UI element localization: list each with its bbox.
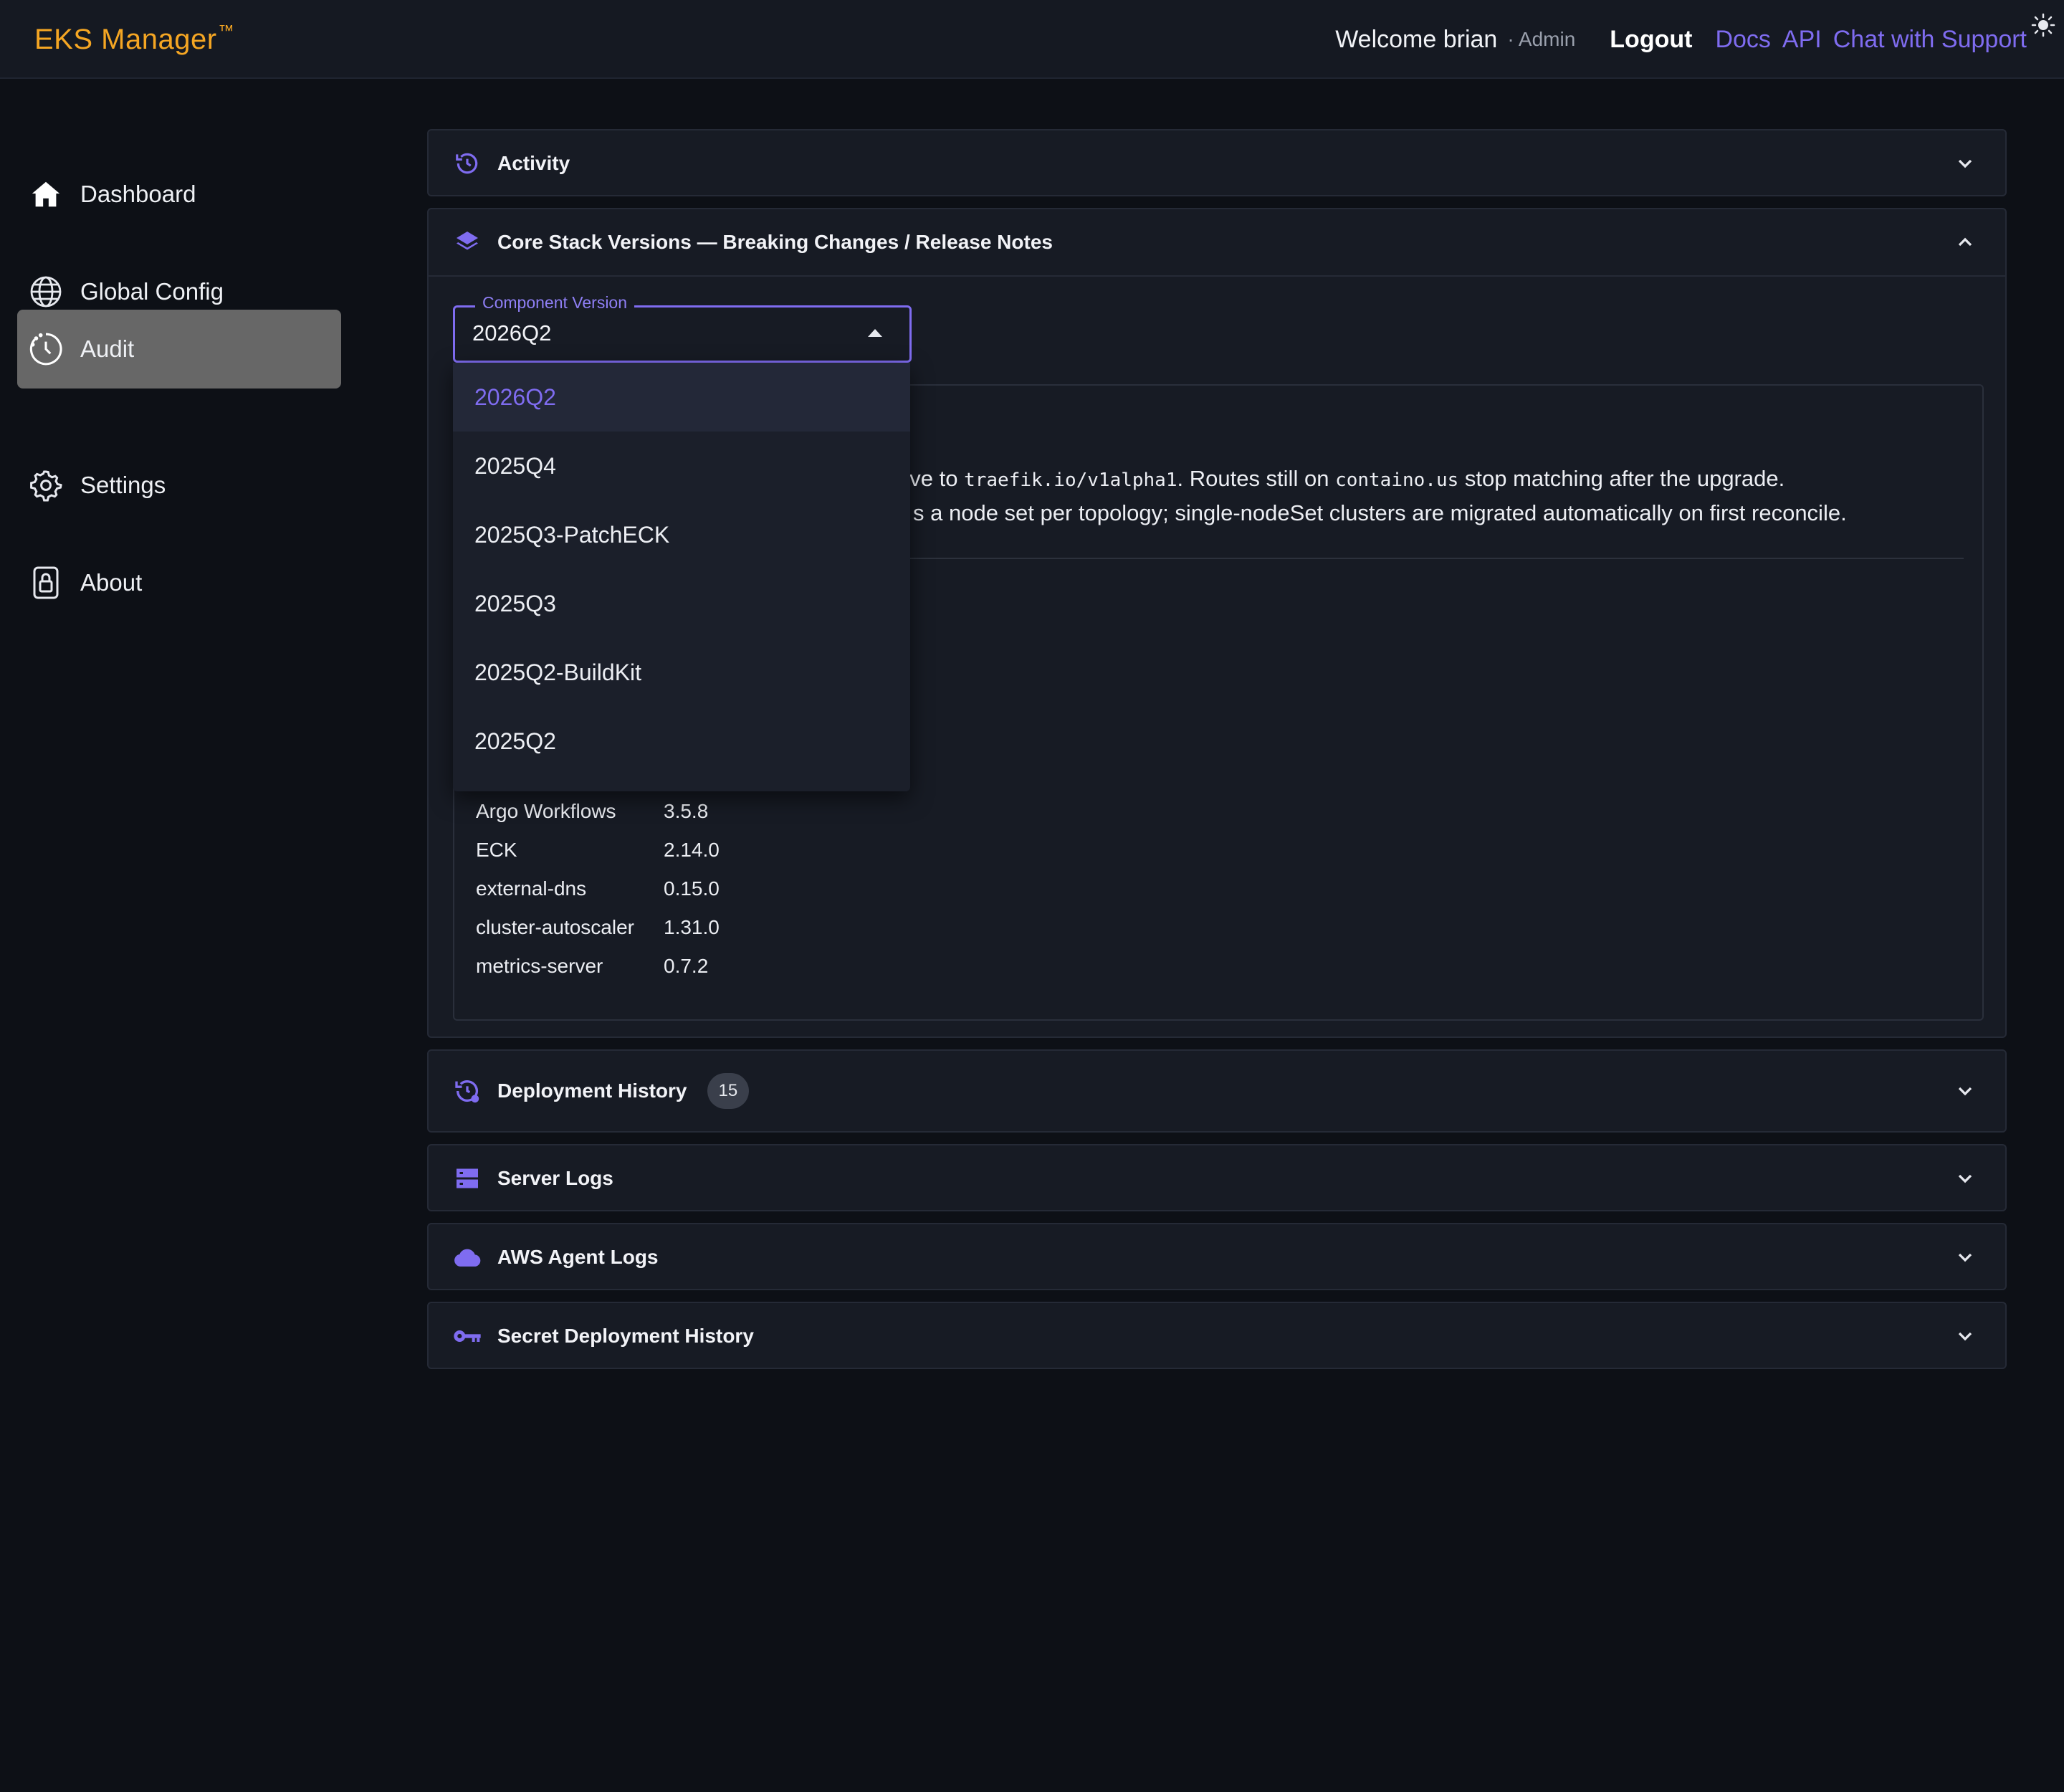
component-version: 0.7.2 — [664, 955, 709, 977]
server-logs-panel-header[interactable]: Server Logs — [429, 1145, 2005, 1211]
note-code: traefik.io/v1alpha1 — [964, 470, 1177, 491]
clock-icon — [27, 330, 64, 368]
theme-toggle-button[interactable] — [2021, 0, 2064, 79]
lock-icon — [27, 564, 64, 601]
version-option-2025q2[interactable]: 2025Q2 — [453, 707, 910, 776]
note-text: stop matching after the upgrade. — [1464, 466, 1785, 491]
gear-icon — [27, 467, 64, 504]
core-stack-panel-header[interactable]: Core Stack Versions — Breaking Changes /… — [429, 209, 2005, 275]
logout-button[interactable]: Logout — [1610, 26, 1692, 54]
globe-icon — [27, 273, 64, 310]
release-note-line: ove to traefik.io/v1alpha1. Routes still… — [897, 466, 1784, 492]
component-name: cluster-autoscaler — [476, 916, 634, 938]
caret-up-icon — [868, 329, 882, 337]
sidebar-item-label: Settings — [80, 472, 166, 498]
activity-panel-header[interactable]: Activity — [429, 130, 2005, 196]
server-logs-panel: Server Logs — [427, 1144, 2007, 1211]
history-icon — [453, 149, 482, 178]
secret-deployment-history-panel: Secret Deployment History — [427, 1302, 2007, 1369]
sidebar-item-label: Global Config — [80, 278, 224, 305]
component-name: ECK — [476, 839, 517, 861]
panel-title: Server Logs — [497, 1167, 613, 1189]
brand-name: EKS Manager — [34, 24, 217, 55]
component-version: 3.5.8 — [664, 800, 709, 822]
cloud-icon — [453, 1243, 482, 1272]
activity-panel: Activity — [427, 129, 2007, 196]
chevron-down-icon — [1958, 159, 1972, 168]
component-version-select[interactable]: Component Version 2026Q2 — [453, 293, 912, 363]
sidebar-item-about[interactable]: About — [17, 543, 341, 622]
sidebar-item-settings[interactable]: Settings — [17, 446, 341, 525]
sun-icon — [2031, 13, 2055, 37]
api-link[interactable]: API — [1782, 26, 1822, 54]
key-icon — [453, 1322, 482, 1350]
chat-support-link[interactable]: Chat with Support — [1833, 26, 2027, 54]
layers-icon — [453, 228, 482, 257]
component-name: external-dns — [476, 877, 587, 900]
brand-logo[interactable]: EKS Manager™ — [34, 22, 234, 56]
home-icon — [27, 176, 64, 213]
sidebar-item-audit[interactable]: Audit — [17, 310, 341, 389]
component-version: 0.15.0 — [664, 877, 720, 900]
sidebar-item-label: Dashboard — [80, 181, 196, 207]
top-header: EKS Manager™ Welcome brian · Admin Logou… — [0, 0, 2064, 79]
version-option-2025q4[interactable]: 2025Q4 — [453, 432, 910, 500]
panel-title: Secret Deployment History — [497, 1325, 754, 1347]
component-version: 1.31.0 — [664, 916, 720, 938]
panel-title: AWS Agent Logs — [497, 1246, 659, 1268]
aws-agent-logs-panel: AWS Agent Logs — [427, 1223, 2007, 1290]
version-option-2025q3-patcheck[interactable]: 2025Q3-PatchECK — [453, 500, 910, 569]
version-option-2025q2-buildkit[interactable]: 2025Q2-BuildKit — [453, 638, 910, 707]
docs-link[interactable]: Docs — [1715, 26, 1770, 54]
version-option-2026q2[interactable]: 2026Q2 — [453, 363, 910, 432]
version-option-2025q3[interactable]: 2025Q3 — [453, 569, 910, 638]
chevron-down-icon — [1958, 1332, 1972, 1341]
note-text: . Routes still on — [1177, 466, 1329, 491]
secret-deployment-history-panel-header[interactable]: Secret Deployment History — [429, 1303, 2005, 1369]
welcome-text: Welcome brian — [1335, 25, 1498, 53]
user-role: · Admin — [1507, 28, 1576, 50]
component-version-menu: 2026Q2 2025Q4 2025Q3-PatchECK 2025Q3 202… — [453, 363, 910, 791]
component-version: 2.14.0 — [664, 839, 720, 861]
count-badge: 15 — [707, 1073, 750, 1109]
chevron-down-icon — [1958, 1253, 1972, 1262]
select-value: 2026Q2 — [472, 320, 552, 345]
panel-title: Deployment History — [497, 1080, 687, 1102]
deployment-history-panel: Deployment History 15 — [427, 1049, 2007, 1133]
select-label: Component Version — [475, 293, 635, 313]
chevron-up-icon — [1958, 237, 1972, 247]
panel-title: Activity — [497, 152, 570, 174]
server-icon — [453, 1164, 482, 1193]
component-name: Argo Workflows — [476, 800, 616, 822]
sidebar-item-dashboard[interactable]: Dashboard — [17, 155, 341, 234]
chevron-down-icon — [1958, 1174, 1972, 1183]
chevron-down-icon — [1958, 1087, 1972, 1096]
history-gear-icon — [453, 1077, 482, 1105]
component-name: metrics-server — [476, 955, 603, 977]
sidebar-item-label: About — [80, 569, 143, 596]
app-root: EKS Manager™ Welcome brian · Admin Logou… — [0, 0, 2064, 1792]
release-note-line: s a node set per topology; single-nodeSe… — [913, 500, 1847, 525]
trademark-mark: ™ — [218, 22, 235, 39]
header-actions: Welcome brian · Admin Logout Docs API Ch… — [1335, 0, 2064, 79]
panel-title: Core Stack Versions — Breaking Changes /… — [497, 231, 1053, 253]
aws-agent-logs-panel-header[interactable]: AWS Agent Logs — [429, 1224, 2005, 1290]
sidebar-item-label: Audit — [80, 335, 135, 362]
note-code: containo.us — [1335, 470, 1459, 491]
deployment-history-panel-header[interactable]: Deployment History 15 — [429, 1051, 2005, 1131]
